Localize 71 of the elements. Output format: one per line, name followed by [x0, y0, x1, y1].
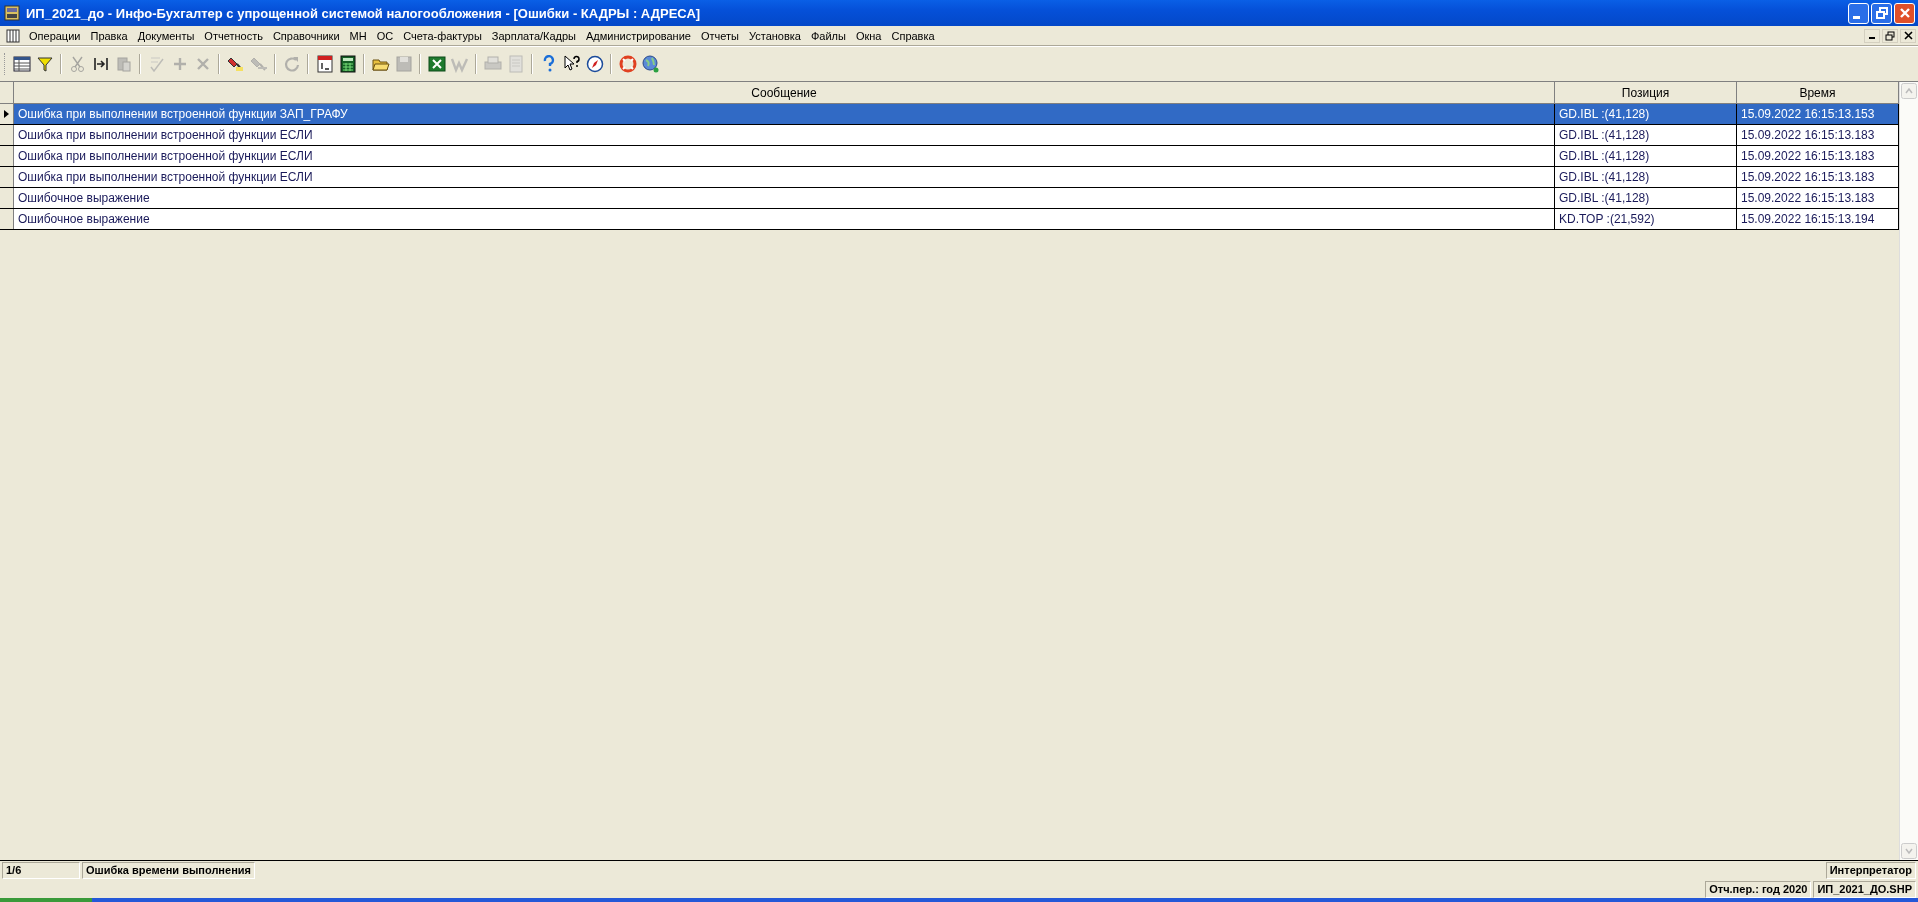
menu-item[interactable]: Файлы [805, 29, 851, 42]
table-cell: GD.IBL :(41,128) [1555, 125, 1737, 145]
menu-item[interactable]: Зарплата/Кадры [486, 29, 582, 42]
table-row[interactable]: Ошибка при выполнении встроенной функции ЕСЛИ GD.IBL :(41,128) 15.09.2022 16:15:13.183 [0, 146, 1899, 167]
column-header[interactable]: Позиция [1555, 82, 1737, 103]
grid-icon [12, 54, 31, 73]
menu-item[interactable]: Установка [743, 29, 806, 42]
menu-item[interactable]: Отчетность [199, 29, 268, 42]
record-counter: 1/6 [2, 862, 80, 879]
error-type-label: Ошибка времени выполнения [82, 862, 255, 879]
restore-icon [1885, 30, 1895, 41]
row-indicator [0, 188, 14, 208]
table-cell: GD.IBL :(41,128) [1555, 167, 1737, 187]
table-row[interactable]: Ошибка при выполнении встроенной функции ЗАП_ГРАФУ GD.IBL :(41,128) 15.09.2022 16:15:13.153 [0, 104, 1899, 125]
period-label: Отч.пер.: год 2020 [1705, 880, 1812, 898]
table-cell: KD.TOP :(21,592) [1555, 209, 1737, 229]
printer-icon [483, 54, 502, 73]
table-cell: Ошибка при выполнении встроенной функции ЕСЛИ [14, 146, 1555, 166]
minimize-button[interactable] [1864, 28, 1880, 43]
menu-item[interactable]: Отчеты [695, 29, 744, 42]
row-indicator [0, 209, 14, 229]
globe-icon [641, 54, 660, 73]
table-row[interactable]: Ошибка при выполнении встроенной функции ЕСЛИ GD.IBL :(41,128) 15.09.2022 16:15:13.183 [0, 167, 1899, 188]
refresh-icon [282, 54, 301, 73]
page-icon [506, 54, 525, 73]
spellcheck-icon [147, 54, 166, 73]
calendar-icon [315, 54, 334, 73]
calculator-icon [338, 54, 357, 73]
menu-item[interactable]: Окна [850, 29, 887, 42]
minimize-icon [1853, 16, 1860, 19]
table-cell: GD.IBL :(41,128) [1555, 146, 1737, 166]
app-icon [4, 5, 20, 21]
table-row[interactable]: Ошибочное выражение GD.IBL :(41,128) 15.09.2022 16:15:13.183 [0, 188, 1899, 209]
filter-icon [35, 54, 54, 73]
column-header[interactable]: Сообщение [14, 82, 1555, 103]
close-icon [1898, 7, 1911, 19]
close-button[interactable] [1900, 28, 1916, 43]
menu-item[interactable]: Справка [886, 29, 940, 42]
table-cell: Ошибка при выполнении встроенной функции ЕСЛИ [14, 167, 1555, 187]
spreadsheet-icon [427, 54, 446, 73]
menu-item[interactable]: Операции [24, 29, 86, 42]
table-cell: Ошибочное выражение [14, 188, 1555, 208]
table-cell: GD.IBL :(41,128) [1555, 104, 1737, 124]
close-icon [1903, 31, 1913, 40]
menu-item[interactable]: Документы [132, 29, 200, 42]
table-cell: Ошибочное выражение [14, 209, 1555, 229]
table-row[interactable]: Ошибка при выполнении встроенной функции ЕСЛИ GD.IBL :(41,128) 15.09.2022 16:15:13.183 [0, 125, 1899, 146]
window-title: ИП_2021_до - Инфо-Бухгалтер с упрощенной системой налогообложения - [Ошибки - КАДРЫ : АДРЕСА] [26, 5, 701, 21]
restore-icon [1875, 7, 1888, 19]
pointer-question-icon [562, 54, 581, 73]
compass-icon [585, 54, 604, 73]
mode-label: Интерпретатор [1825, 862, 1916, 879]
menu-item[interactable]: МН [344, 29, 372, 42]
file-label: ИП_2021_ДО.SHP [1813, 880, 1916, 898]
scissors-icon [68, 54, 87, 73]
lifebuoy-icon [618, 54, 637, 73]
row-indicator [0, 167, 14, 187]
table-row[interactable]: Ошибочное выражение KD.TOP :(21,592) 15.09.2022 16:15:13.194 [0, 209, 1899, 230]
document-icon [6, 28, 20, 43]
row-indicator [0, 146, 14, 166]
restore-button[interactable] [1882, 28, 1898, 43]
menu-item[interactable]: Правка [85, 29, 133, 42]
menu-item[interactable]: Счета-фактуры [398, 29, 487, 42]
row-indicator [0, 125, 14, 145]
menu-item[interactable]: Справочники [267, 29, 345, 42]
row-pointer-icon [4, 110, 9, 118]
menu-item[interactable]: ОС [371, 29, 399, 42]
table-cell: Ошибка при выполнении встроенной функции ЕСЛИ [14, 125, 1555, 145]
menu-item[interactable]: Администрирование [581, 29, 696, 42]
table-cell: GD.IBL :(41,128) [1555, 188, 1737, 208]
clipboard-icon [114, 54, 133, 73]
